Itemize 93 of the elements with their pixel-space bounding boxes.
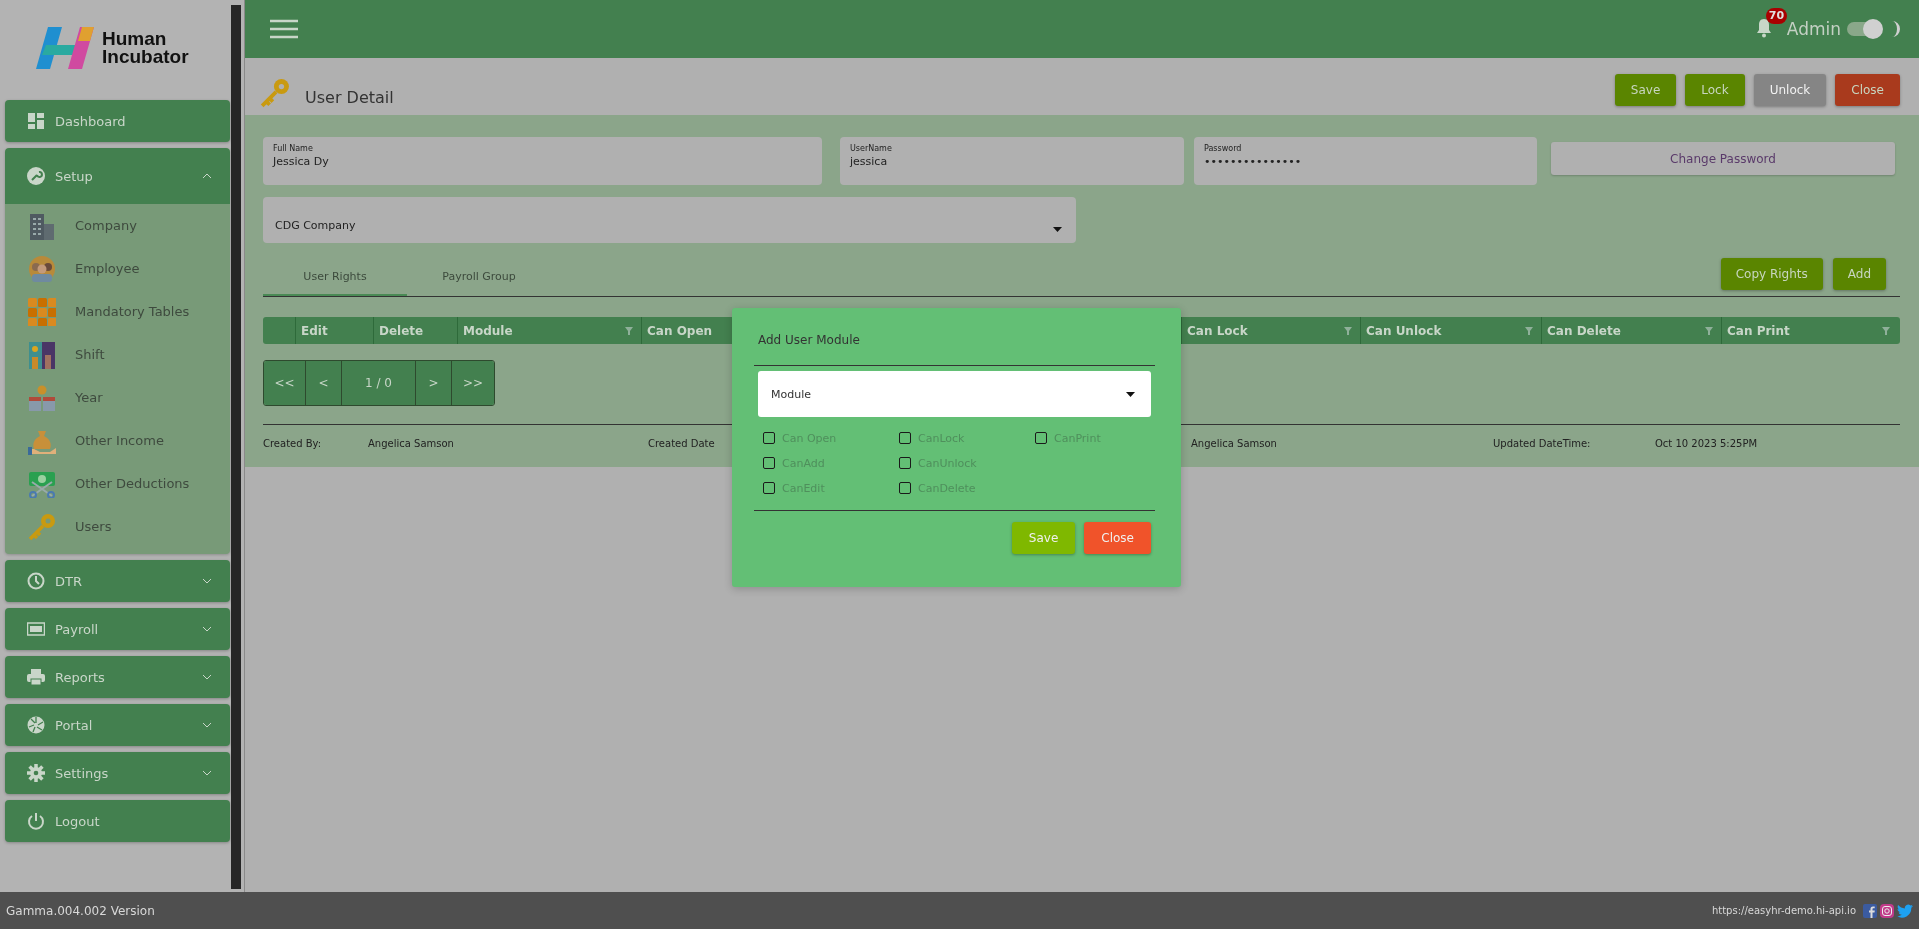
building-icon [28, 211, 56, 240]
record-label: Updated DateTime: [1493, 438, 1591, 449]
filter-icon [1344, 326, 1352, 335]
record-label: Created By: [263, 438, 322, 449]
sidebar-item[interactable]: Setup [5, 148, 230, 204]
sidebar-subitem[interactable]: Company [5, 204, 230, 247]
grid-icon [28, 297, 56, 326]
pager-button[interactable]: 1 / 0 [342, 361, 416, 405]
column-header[interactable]: Module [457, 317, 641, 344]
sidebar-subitem[interactable]: Employee [5, 247, 230, 290]
menu-button[interactable] [270, 19, 298, 39]
menu-icon [270, 19, 298, 39]
power-icon [27, 812, 45, 830]
field-value: Jessica Dy [273, 155, 330, 168]
bird-icon [1897, 903, 1913, 918]
dialog-button[interactable]: Save [1011, 522, 1076, 554]
sidebar-item[interactable]: Settings [5, 752, 230, 794]
dashboard-icon [27, 112, 45, 130]
tab-action-button[interactable]: Add [1832, 258, 1886, 290]
sidebar-item[interactable]: Reports [5, 656, 230, 698]
settings-icon [27, 764, 45, 782]
printer-icon [27, 668, 45, 686]
scissors-money-icon [28, 469, 56, 498]
field-label: UserName [850, 144, 893, 153]
pager-button[interactable]: >> [452, 361, 494, 405]
page-title: User Detail [305, 88, 394, 107]
field-value: jessica [850, 155, 889, 168]
theme-toggle[interactable] [1847, 22, 1881, 36]
banknote-icon [27, 620, 45, 638]
calendar-icon [28, 383, 56, 412]
column-header[interactable]: Delete [373, 317, 457, 344]
aperture-icon [27, 716, 45, 734]
dropdown-caret-icon [1053, 227, 1062, 232]
clock-icon [27, 572, 45, 590]
pager-button[interactable]: < [306, 361, 342, 405]
tab-action-button[interactable]: Copy Rights [1720, 258, 1823, 290]
tab[interactable]: User Rights [263, 258, 407, 296]
sidebar-item[interactable]: Portal [5, 704, 230, 746]
sidebar-subitem[interactable]: Year [5, 376, 230, 419]
pager-button[interactable]: << [264, 361, 306, 405]
logo-icon [34, 24, 96, 71]
sidebar-subitem[interactable]: Mandatory Tables [5, 290, 230, 333]
dialog-title: Add User Module [758, 333, 860, 347]
tab[interactable]: Payroll Group [407, 258, 551, 296]
action-button[interactable]: Close [1835, 74, 1900, 106]
record-label: Created Date [648, 438, 715, 449]
record-value: Angelica Samson [368, 438, 454, 449]
action-button[interactable]: Lock [1685, 74, 1745, 106]
change-password-button[interactable]: Change Password [1551, 142, 1895, 175]
wrench-icon [27, 167, 45, 185]
sidebar-subitem[interactable]: Users [5, 505, 230, 548]
filter-icon [1525, 326, 1533, 335]
company-select[interactable]: CDG Company [263, 197, 1076, 243]
sidebar-subitem[interactable]: Other Income [5, 419, 230, 462]
pager-button[interactable]: > [416, 361, 452, 405]
version-text: Gamma.004.002 Version [6, 903, 155, 918]
instagram-icon [1880, 903, 1894, 918]
text-field[interactable]: UserName jessica [840, 137, 1184, 185]
scrollbar[interactable] [231, 5, 241, 889]
column-header[interactable]: Can Unlock [1360, 317, 1541, 344]
record-value: Angelica Samson [1191, 438, 1277, 449]
filter-icon [1882, 326, 1890, 335]
module-select[interactable]: Module [758, 371, 1151, 417]
column-header[interactable]: Can Delete [1541, 317, 1721, 344]
text-field[interactable]: Full Name Jessica Dy [263, 137, 822, 185]
user-name: Admin [1786, 19, 1841, 39]
filter-icon [625, 326, 633, 335]
people-icon [28, 254, 56, 283]
field-label: Password [1204, 144, 1243, 153]
record-value: Oct 10 2023 5:25PM [1655, 438, 1758, 449]
sidebar-item[interactable]: Dashboard [5, 100, 230, 142]
text-field[interactable]: Password ••••••••••••••• [1194, 137, 1537, 185]
field-label: Full Name [273, 144, 314, 153]
site-url[interactable]: https://easyhr-demo.hi-api.io [1711, 905, 1856, 916]
filter-icon [1705, 326, 1713, 335]
key-icon [28, 512, 56, 541]
notification-badge: 70 [1765, 8, 1788, 24]
sidebar-item[interactable]: Logout [5, 800, 230, 842]
field-value: ••••••••••••••• [1204, 155, 1303, 168]
sidebar-subitem[interactable]: Shift [5, 333, 230, 376]
column-header[interactable]: Can Print [1721, 317, 1898, 344]
bell-icon [1755, 18, 1772, 38]
sidebar-subitem[interactable]: Other Deductions [5, 462, 230, 505]
column-header[interactable]: Edit [295, 317, 373, 344]
sidebar-item[interactable]: Payroll [5, 608, 230, 650]
sidebar-item[interactable]: DTR [5, 560, 230, 602]
dialog-button[interactable]: Close [1084, 522, 1151, 554]
day-night-icon [28, 340, 56, 369]
key-icon [260, 78, 290, 108]
facebook-icon [1863, 903, 1877, 918]
logo-text: Human Incubator [102, 29, 189, 66]
action-button[interactable]: Save [1614, 74, 1677, 106]
dropdown-caret-icon [1126, 391, 1135, 397]
